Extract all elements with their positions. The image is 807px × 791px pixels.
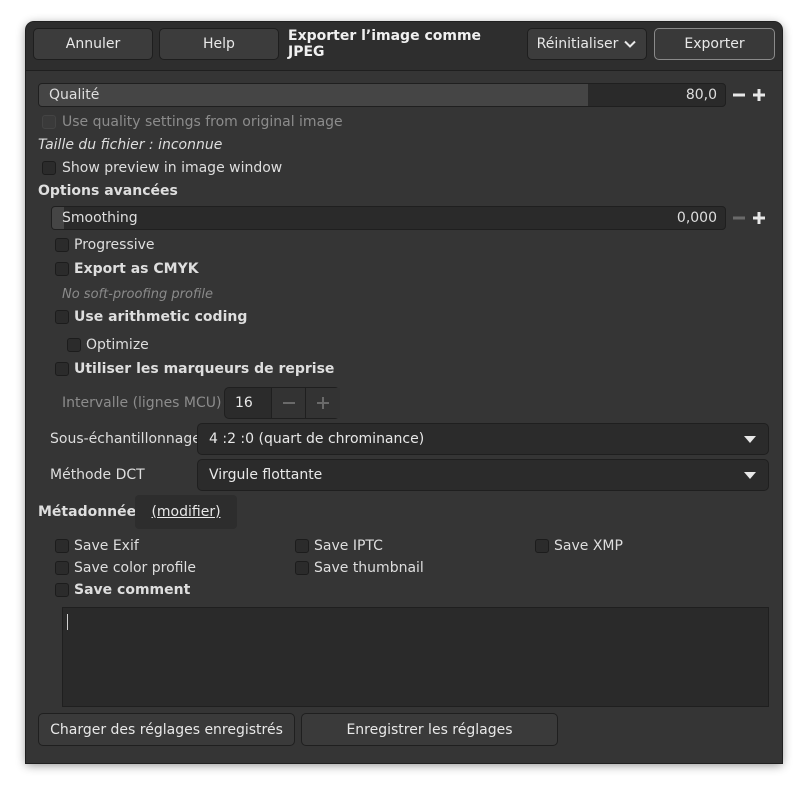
- arithmetic-coding-label: Use arithmetic coding: [74, 309, 248, 325]
- save-color-profile-label: Save color profile: [74, 560, 196, 576]
- save-comment-label: Save comment: [74, 582, 191, 598]
- quality-decrease-button[interactable]: [730, 86, 748, 104]
- metadata-modify-button[interactable]: (modifier): [135, 495, 237, 529]
- show-preview-label: Show preview in image window: [62, 160, 283, 176]
- save-thumbnail-label: Save thumbnail: [314, 560, 424, 576]
- optimize-checkbox[interactable]: [67, 338, 81, 352]
- save-thumbnail-checkbox[interactable]: [295, 561, 309, 575]
- save-xmp-checkbox[interactable]: [535, 539, 549, 553]
- use-original-quality-checkbox[interactable]: [42, 115, 56, 129]
- no-softproof-label: No soft-proofing profile: [62, 287, 213, 302]
- dropdown-arrow-icon: [744, 472, 756, 479]
- export-cmyk-label: Export as CMYK: [74, 261, 199, 277]
- text-caret: [67, 614, 68, 630]
- smoothing-decrease-button[interactable]: [730, 209, 748, 227]
- quality-fill: [39, 84, 588, 106]
- plus-icon: [317, 397, 329, 409]
- progressive-checkbox[interactable]: [55, 238, 69, 252]
- comment-textarea[interactable]: [62, 607, 769, 707]
- advanced-options-heading: Options avancées: [38, 183, 178, 199]
- cancel-button[interactable]: Annuler: [33, 28, 153, 60]
- interval-spinbutton[interactable]: 16: [224, 387, 340, 419]
- quality-label: Qualité: [49, 87, 100, 103]
- reset-menu-button[interactable]: Réinitialiser: [527, 28, 647, 60]
- subsampling-value: 4 :2 :0 (quart de chrominance): [209, 431, 425, 447]
- interval-decrease-button[interactable]: [271, 388, 306, 418]
- arithmetic-coding-checkbox[interactable]: [55, 310, 69, 324]
- dropdown-arrow-icon: [744, 436, 756, 443]
- save-settings-button[interactable]: Enregistrer les réglages: [301, 713, 558, 746]
- smoothing-scale[interactable]: Smoothing 0,000: [51, 206, 726, 230]
- metadata-heading: Métadonnées: [38, 504, 145, 520]
- load-settings-button[interactable]: Charger des réglages enregistrés: [38, 713, 295, 746]
- interval-increase-button[interactable]: [305, 388, 340, 418]
- save-iptc-checkbox[interactable]: [295, 539, 309, 553]
- quality-scale[interactable]: Qualité 80,0: [38, 83, 726, 107]
- save-comment-checkbox[interactable]: [55, 583, 69, 597]
- minus-icon: [283, 402, 295, 404]
- smoothing-increase-button[interactable]: [750, 209, 768, 227]
- show-preview-checkbox[interactable]: [42, 161, 56, 175]
- interval-value: 16: [235, 395, 253, 411]
- restart-markers-label: Utiliser les marqueurs de reprise: [74, 361, 335, 377]
- plus-icon: [753, 212, 765, 224]
- subsampling-label: Sous-échantillonnage: [50, 431, 201, 447]
- header-bar: Annuler Help Exporter l’image comme JPEG…: [26, 22, 782, 71]
- dct-method-combo[interactable]: Virgule flottante: [197, 459, 769, 491]
- dct-method-value: Virgule flottante: [209, 467, 323, 483]
- file-size-label: Taille du fichier : inconnue: [38, 137, 223, 153]
- restart-markers-checkbox[interactable]: [55, 362, 69, 376]
- optimize-label: Optimize: [86, 337, 149, 353]
- save-color-profile-checkbox[interactable]: [55, 561, 69, 575]
- save-exif-label: Save Exif: [74, 538, 139, 554]
- save-xmp-label: Save XMP: [554, 538, 623, 554]
- chevron-down-icon: [624, 40, 637, 48]
- export-button[interactable]: Exporter: [654, 28, 775, 60]
- export-cmyk-checkbox[interactable]: [55, 262, 69, 276]
- use-original-quality-label: Use quality settings from original image: [62, 114, 343, 130]
- interval-label: Intervalle (lignes MCU) :: [62, 395, 231, 411]
- quality-increase-button[interactable]: [750, 86, 768, 104]
- progressive-label: Progressive: [74, 237, 155, 253]
- smoothing-label: Smoothing: [62, 210, 138, 226]
- dct-method-label: Méthode DCT: [50, 467, 145, 483]
- help-button[interactable]: Help: [159, 28, 279, 60]
- minus-icon: [733, 216, 745, 220]
- subsampling-combo[interactable]: 4 :2 :0 (quart de chrominance): [197, 423, 769, 455]
- dialog-title: Exporter l’image comme JPEG: [288, 28, 482, 60]
- export-jpeg-dialog: Annuler Help Exporter l’image comme JPEG…: [26, 22, 782, 763]
- smoothing-value: 0,000: [676, 210, 717, 226]
- plus-icon: [753, 89, 765, 101]
- save-iptc-label: Save IPTC: [314, 538, 383, 554]
- quality-value: 80,0: [685, 87, 717, 103]
- save-exif-checkbox[interactable]: [55, 539, 69, 553]
- reset-label: Réinitialiser: [536, 36, 619, 52]
- minus-icon: [733, 93, 745, 97]
